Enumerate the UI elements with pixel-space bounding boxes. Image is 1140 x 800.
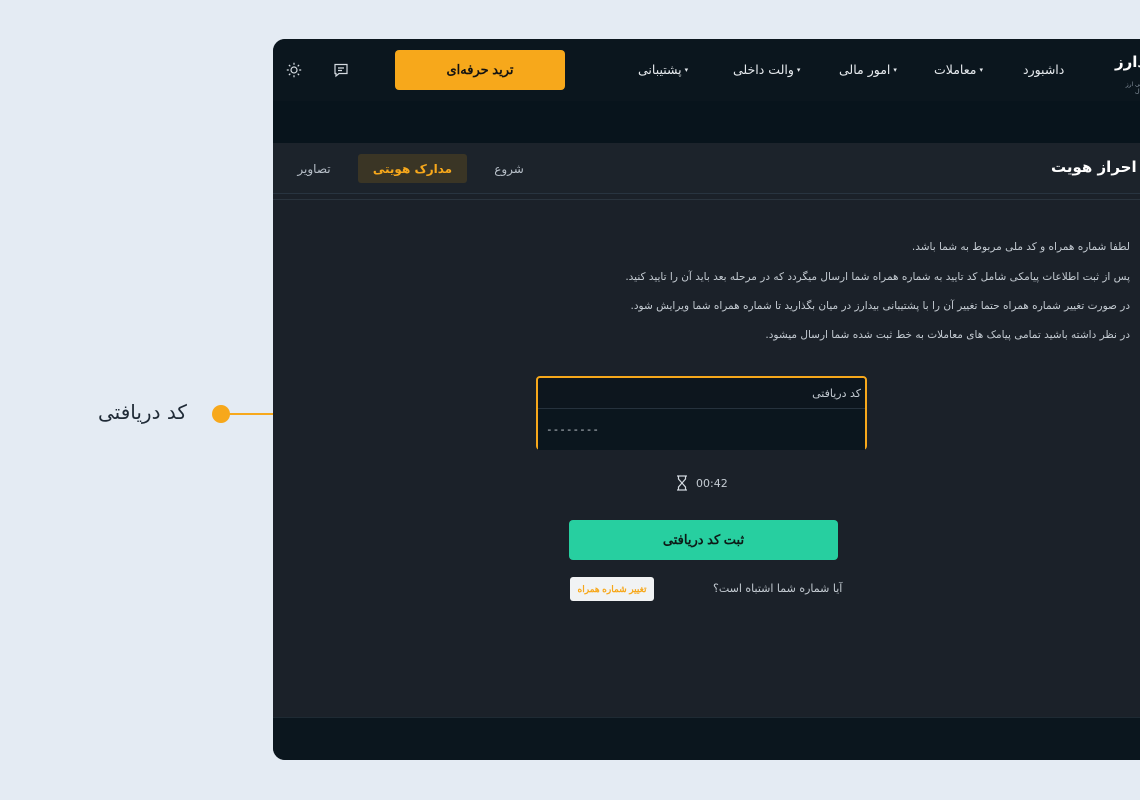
divider xyxy=(273,199,1140,200)
countdown-timer: 00:42 xyxy=(676,475,728,491)
nav-trades[interactable]: ▾معاملات xyxy=(934,62,983,77)
submit-code-button[interactable]: ثبت کد دریافتی xyxy=(569,520,838,560)
tab-start[interactable]: شروع xyxy=(485,154,533,183)
nav-trades-label: معاملات xyxy=(934,62,977,77)
chat-icon[interactable] xyxy=(331,60,351,80)
info-line: لطفا شماره همراه و کد ملی مربوط به شما ب… xyxy=(911,241,1130,253)
chevron-down-icon: ▾ xyxy=(684,66,689,74)
nav-internal-wallet[interactable]: ▾والت داخلی xyxy=(733,62,800,77)
code-input[interactable] xyxy=(538,409,865,450)
chevron-down-icon: ▾ xyxy=(979,66,983,74)
info-line: در نظر داشته باشید تمامی پیامک های معامل… xyxy=(765,329,1130,341)
info-line: در صورت تغییر شماره همراه حتما تغییر آن … xyxy=(630,300,1130,312)
nav-dashboard-label: داشبورد xyxy=(1023,62,1065,77)
callout-dot xyxy=(212,405,230,423)
hourglass-icon xyxy=(677,475,687,491)
sub-navbar xyxy=(273,101,1140,144)
page-title: احراز هویت xyxy=(1051,158,1137,176)
callout-label: کد دریافتی xyxy=(98,400,187,424)
nav-support-label: پشتیبانی xyxy=(638,62,682,77)
nav-finance[interactable]: ▾امور مالی xyxy=(839,62,897,77)
code-field-label: کد دریافتی xyxy=(812,387,861,400)
sun-icon[interactable] xyxy=(284,60,304,80)
nav-finance-label: امور مالی xyxy=(839,62,891,77)
logo[interactable]: بیدارز xyxy=(1115,53,1140,71)
wrong-number-question: آیا شماره شما اشتباه است؟ xyxy=(713,582,843,595)
nav-support[interactable]: ▾پشتیبانی xyxy=(638,62,688,77)
timer-value: 00:42 xyxy=(696,476,728,490)
tab-identity-documents[interactable]: مدارک هویتی xyxy=(358,154,467,183)
footer xyxy=(273,717,1140,760)
code-field: کد دریافتی xyxy=(536,376,867,450)
nav-internal-wallet-label: والت داخلی xyxy=(733,62,794,77)
info-line: پس از ثبت اطلاعات پیامکی شامل کد تایید ب… xyxy=(625,271,1130,283)
logo-subtitle: صرافی ارز دیجیتال xyxy=(1125,81,1140,95)
change-number-button[interactable]: تغییر شماره همراه xyxy=(570,577,654,601)
nav-dashboard[interactable]: داشبورد xyxy=(1023,62,1064,77)
tab-images[interactable]: تصاویر xyxy=(291,154,337,183)
pro-trade-button[interactable]: ترید حرفه‌ای xyxy=(395,50,565,90)
chevron-down-icon: ▾ xyxy=(893,66,897,74)
chevron-down-icon: ▾ xyxy=(796,66,801,74)
app-window: بیدارز صرافی ارز دیجیتال داشبورد ▾معاملا… xyxy=(273,39,1140,760)
